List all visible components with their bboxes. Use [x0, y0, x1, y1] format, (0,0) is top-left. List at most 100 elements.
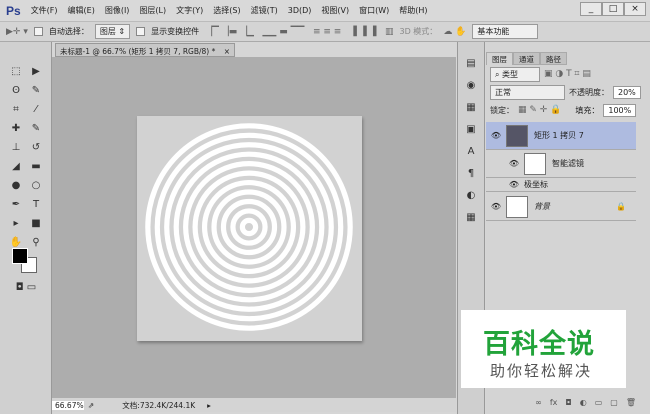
lock-icon: 🔒 [616, 202, 626, 211]
concentric-rings [145, 123, 353, 331]
menu-edit[interactable]: 编辑(E) [68, 5, 95, 16]
layer-name: 矩形 1 拷贝 7 [534, 131, 584, 140]
show-transform-checkbox[interactable] [136, 27, 146, 36]
ring [230, 208, 268, 246]
tab-layers[interactable]: 图层 [486, 52, 513, 65]
filter-kind-value: 类型 [502, 69, 519, 79]
opacity-input[interactable]: 20% [613, 85, 641, 99]
photoshop-logo: Ps [6, 3, 21, 18]
menu-filter[interactable]: 滤镜(T) [251, 5, 278, 16]
blend-mode-select[interactable]: 正常 [490, 84, 565, 100]
layer-row-background[interactable]: 👁 背景 🔒 [486, 193, 636, 221]
trash-icon[interactable]: 🗑 [626, 398, 636, 412]
menu-bar: Ps 文件(F) 编辑(E) 图像(I) 图层(L) 文字(Y) 选择(S) 滤… [0, 0, 650, 21]
stamp-tool-icon[interactable]: ⊥ [6, 142, 26, 158]
character-icon[interactable]: A [462, 146, 480, 162]
adjustment-icon[interactable]: ◐ [580, 398, 587, 412]
filter-mask-thumbnail [524, 152, 546, 175]
menu-type[interactable]: 文字(Y) [176, 5, 203, 16]
foreground-color-swatch[interactable] [12, 248, 28, 264]
history-brush-icon[interactable]: ↺ [26, 142, 46, 158]
export-icon[interactable]: ⇗ [88, 401, 94, 410]
menu-image[interactable]: 图像(I) [105, 5, 130, 16]
layer-thumbnail [506, 195, 528, 218]
close-document-icon[interactable]: × [224, 47, 230, 56]
path-select-icon[interactable]: ▸ [6, 218, 26, 234]
lock-icons[interactable]: ▦ ✎ ✛ 🔒 [518, 105, 561, 115]
menu-window[interactable]: 窗口(W) [359, 5, 389, 16]
history-icon[interactable]: ▤ [462, 58, 480, 74]
tab-paths[interactable]: 路径 [540, 52, 567, 65]
visibility-eye-icon[interactable]: 👁 [486, 131, 506, 140]
tab-channels[interactable]: 通道 [513, 52, 540, 65]
new-layer-icon[interactable]: ▢ [610, 398, 618, 412]
status-menu-arrow-icon[interactable]: ▸ [207, 401, 211, 410]
auto-select-checkbox[interactable] [33, 27, 43, 36]
move-tool-icon[interactable]: ▶ [26, 66, 46, 82]
visibility-eye-icon[interactable]: 👁 [504, 180, 524, 189]
folder-icon[interactable]: ▭ [595, 398, 603, 412]
eraser-tool-icon[interactable]: ◢ [6, 161, 26, 177]
quick-select-icon[interactable]: ✎ [26, 85, 46, 101]
auto-select-target-select[interactable]: 图层 ⇕ [94, 24, 131, 39]
visibility-eye-icon[interactable]: 👁 [486, 202, 506, 211]
zoom-tool-icon[interactable]: ⚲ [26, 237, 46, 253]
blur-tool-icon[interactable]: ● [6, 180, 26, 196]
visibility-eye-icon[interactable]: 👁 [504, 159, 524, 168]
lasso-tool-icon[interactable]: ʘ [6, 85, 26, 101]
align-icons[interactable]: ▕▔ ▕▬ ▕▁ ▁▁ ▬ ▔▔ ≡ ≡ ≡ ▐ ▐ ▐ ▥ [205, 27, 393, 37]
menu-select[interactable]: 选择(S) [213, 5, 240, 16]
close-button[interactable]: × [624, 2, 646, 16]
layer-row-polar-coordinates[interactable]: 👁 极坐标 [486, 178, 636, 192]
3d-orbit-icon[interactable]: ☁ ✋ [443, 27, 466, 37]
menu-file[interactable]: 文件(F) [31, 5, 58, 16]
doc-info: 文档:732.4K/244.1K [122, 400, 196, 410]
mask-icon[interactable]: ◘ [565, 398, 571, 412]
marquee-tool-icon[interactable]: ⬚ [6, 66, 26, 82]
ring [192, 170, 306, 284]
3d-icon[interactable]: ◐ [462, 190, 480, 206]
layers-footer: ∞ fx ◘ ◐ ▭ ▢ 🗑 [486, 398, 650, 412]
info-icon[interactable]: ▣ [462, 124, 480, 140]
filter-name: 极坐标 [524, 180, 548, 189]
fill-label: 填充： [575, 105, 600, 115]
watermark-title: 百科全说 [483, 329, 595, 360]
show-transform-label: 显示变换控件 [151, 27, 200, 36]
pen-tool-icon[interactable]: ✒ [6, 199, 26, 215]
watermark-subtitle: 助你轻松解决 [490, 362, 593, 380]
link-icon[interactable]: ∞ [535, 398, 542, 412]
fx-icon[interactable]: fx [550, 398, 558, 412]
menu-3d[interactable]: 3D(D) [288, 6, 312, 15]
move-tool-icon[interactable]: ▶✛ ▾ [6, 27, 28, 37]
fill-input[interactable]: 100% [603, 103, 637, 117]
watermark: 百科全说 助你轻松解决 [461, 310, 626, 388]
filter-kind-select[interactable]: ⌕ 类型 [490, 66, 540, 82]
menu-help[interactable]: 帮助(H) [399, 5, 427, 16]
layers-icon[interactable]: ▦ [462, 212, 480, 228]
menu-view[interactable]: 视图(V) [321, 5, 349, 16]
actions-icon[interactable]: ◉ [462, 80, 480, 96]
properties-icon[interactable]: ▦ [462, 102, 480, 118]
dodge-tool-icon[interactable]: ○ [26, 180, 46, 196]
layer-thumbnail [506, 124, 528, 147]
quick-mask-icon[interactable]: ◘ ▭ [8, 282, 44, 298]
zoom-level[interactable]: 66.67% [52, 400, 84, 410]
3d-mode-label: 3D 模式： [399, 27, 438, 36]
document-tab[interactable]: 未标题-1 @ 66.7% (矩形 1 拷贝 7, RGB/8) * × [55, 43, 235, 57]
eyedropper-icon[interactable]: ⁄ [26, 104, 46, 120]
canvas[interactable] [137, 116, 362, 341]
layer-row-shape-copy[interactable]: 👁 矩形 1 拷贝 7 [486, 122, 636, 150]
maximize-button[interactable]: □ [602, 2, 624, 16]
workspace-select[interactable]: 基本功能 [472, 24, 539, 39]
layer-row-smart-filters[interactable]: 👁 智能滤镜 [486, 150, 636, 178]
filter-icons[interactable]: ▣ ◑ T ⌗ ▤ [544, 69, 591, 79]
brush-tool-icon[interactable]: ✎ [26, 123, 46, 139]
gradient-tool-icon[interactable]: ▬ [26, 161, 46, 177]
paragraph-icon[interactable]: ¶ [462, 168, 480, 184]
crop-tool-icon[interactable]: ⌗ [6, 104, 26, 120]
healing-brush-icon[interactable]: ✚ [6, 123, 26, 139]
shape-tool-icon[interactable]: ■ [26, 218, 46, 234]
menu-layer[interactable]: 图层(L) [139, 5, 166, 16]
minimize-button[interactable]: _ [580, 2, 602, 16]
type-tool-icon[interactable]: T [26, 199, 46, 215]
